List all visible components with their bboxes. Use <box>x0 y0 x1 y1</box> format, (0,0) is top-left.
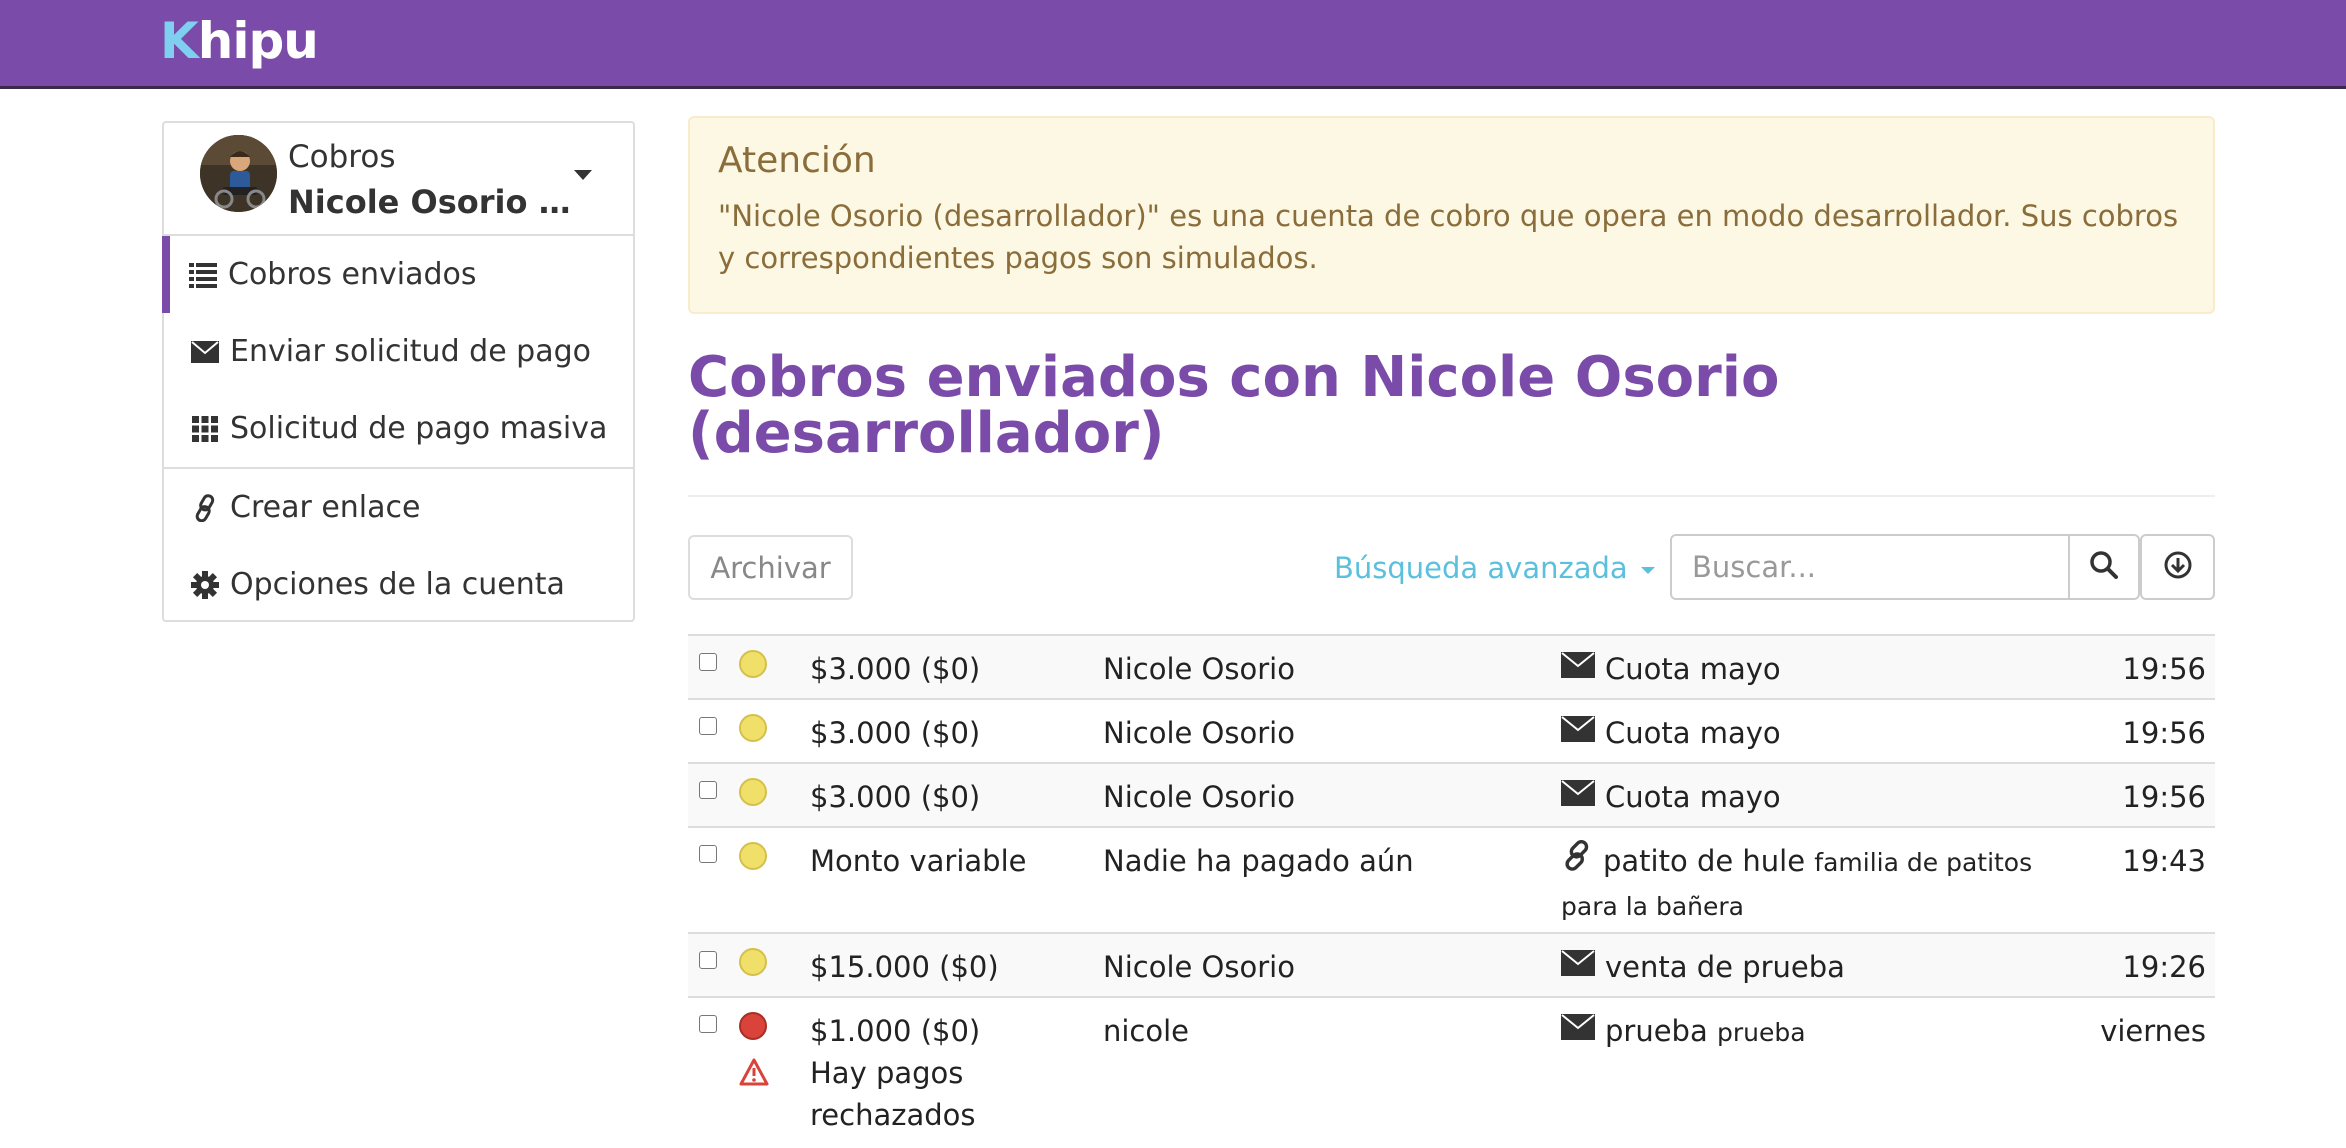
envelope-icon <box>1561 711 1595 753</box>
envelope-icon <box>1561 775 1595 817</box>
row-payer: Nicole Osorio <box>1103 652 1295 686</box>
sidebar-item-label: Opciones de la cuenta <box>230 567 565 602</box>
status-pending-icon <box>739 842 767 870</box>
sidebar-item-label: Cobros enviados <box>228 257 477 292</box>
sidebar-item-label: Enviar solicitud de pago <box>230 334 592 369</box>
status-error-icon <box>739 1012 767 1040</box>
row-checkbox[interactable] <box>699 951 717 969</box>
row-time: 19:56 <box>2122 716 2206 750</box>
row-checkbox[interactable] <box>699 845 717 863</box>
row-time: 19:56 <box>2122 780 2206 814</box>
page-title: Cobros enviados con Nicole Osorio (desar… <box>688 345 1780 466</box>
row-subject-detail: prueba <box>1716 1018 1806 1047</box>
row-time: 19:43 <box>2122 844 2206 878</box>
sidebar-item-label: Solicitud de pago masiva <box>230 411 608 446</box>
chevron-down-icon[interactable] <box>574 170 592 180</box>
row-subject-text: venta de prueba <box>1605 950 1845 984</box>
account-type-label: Cobros <box>288 139 396 175</box>
table-row[interactable]: $1.000 ($0) Hay pagos rechazados nicole … <box>688 996 2215 1148</box>
envelope-icon <box>190 337 220 367</box>
alert-body: "Nicole Osorio (desarrollador)" es una c… <box>718 199 2179 275</box>
row-checkbox[interactable] <box>699 717 717 735</box>
advanced-search-dropdown[interactable]: Búsqueda avanzada <box>1334 551 1655 585</box>
row-subject-text: Cuota mayo <box>1605 780 1781 814</box>
sidebar-item-enviar-solicitud[interactable]: Enviar solicitud de pago <box>164 313 633 390</box>
row-amount: $3.000 ($0) <box>810 716 981 750</box>
row-time: 19:56 <box>2122 652 2206 686</box>
avatar <box>200 135 277 212</box>
sidebar-item-label: Crear enlace <box>230 490 421 525</box>
top-navbar: Khipu <box>0 0 2346 89</box>
row-payer: Nicole Osorio <box>1103 716 1295 750</box>
sidebar: Cobros Nicole Osorio (desarrollador) Cob… <box>162 121 635 622</box>
sidebar-item-opciones[interactable]: Opciones de la cuenta <box>164 546 633 623</box>
account-switcher[interactable]: Cobros Nicole Osorio (desarrollador) <box>164 123 633 236</box>
row-subject[interactable]: prueba prueba <box>1561 1010 2061 1054</box>
row-payer: nicole <box>1103 1014 1190 1048</box>
row-amount: $15.000 ($0) <box>810 950 999 984</box>
row-subject[interactable]: Cuota mayo <box>1561 648 2061 690</box>
row-checkbox[interactable] <box>699 781 717 799</box>
row-subject[interactable]: patito de hule familia de patitos para l… <box>1561 839 2061 928</box>
table-row[interactable]: $15.000 ($0) Nicole Osorio venta de prue… <box>688 932 2215 996</box>
table-row[interactable]: $3.000 ($0) Nicole Osorio Cuota mayo 19:… <box>688 762 2215 826</box>
status-pending-icon <box>739 650 767 678</box>
row-subject[interactable]: venta de prueba <box>1561 946 2061 988</box>
row-amount: Monto variable <box>810 844 1027 878</box>
warning-icon <box>739 1058 769 1093</box>
row-time: viernes <box>2100 1014 2206 1048</box>
row-payer: Nadie ha pagado aún <box>1103 844 1414 878</box>
download-icon <box>2163 550 2193 584</box>
advanced-search-label: Búsqueda avanzada <box>1334 551 1628 585</box>
sidebar-item-cobros-enviados[interactable]: Cobros enviados <box>162 236 633 313</box>
status-pending-icon <box>739 948 767 976</box>
caret-down-icon <box>1640 566 1655 574</box>
khipu-logo[interactable]: Khipu <box>160 12 319 70</box>
link-icon <box>1561 839 1593 882</box>
row-amount: $1.000 ($0) Hay pagos rechazados <box>810 1010 990 1136</box>
table-row[interactable]: Monto variable Nadie ha pagado aún patit… <box>688 826 2215 932</box>
envelope-icon <box>1561 945 1595 987</box>
row-subject-text: prueba <box>1605 1014 1708 1048</box>
row-subject[interactable]: Cuota mayo <box>1561 712 2061 754</box>
row-subject-text: patito de hule <box>1603 844 1806 878</box>
row-payer: Nicole Osorio <box>1103 950 1295 984</box>
envelope-icon <box>1561 647 1595 689</box>
search-button[interactable] <box>2068 534 2140 600</box>
link-icon <box>190 493 220 523</box>
row-rejected-note: Hay pagos rechazados <box>810 1056 976 1132</box>
row-subject-text: Cuota mayo <box>1605 652 1781 686</box>
sidebar-item-solicitud-masiva[interactable]: Solicitud de pago masiva <box>164 390 633 467</box>
row-time: 19:26 <box>2122 950 2206 984</box>
row-subject[interactable]: Cuota mayo <box>1561 776 2061 818</box>
envelope-icon <box>1561 1009 1595 1051</box>
title-divider <box>688 495 2215 497</box>
download-button[interactable] <box>2140 534 2215 600</box>
row-amount-value: $1.000 ($0) <box>810 1014 981 1048</box>
alert-title: Atención <box>718 140 876 181</box>
row-checkbox[interactable] <box>699 653 717 671</box>
account-name-label: Nicole Osorio (desarrollador) <box>288 183 578 221</box>
gear-icon <box>190 570 220 600</box>
search-icon <box>2089 550 2119 584</box>
sidebar-item-crear-enlace[interactable]: Crear enlace <box>164 469 633 546</box>
search-input[interactable] <box>1670 534 2070 600</box>
list-icon <box>188 260 218 290</box>
status-pending-icon <box>739 714 767 742</box>
row-amount: $3.000 ($0) <box>810 780 981 814</box>
archive-button[interactable]: Archivar <box>688 535 853 600</box>
status-pending-icon <box>739 778 767 806</box>
grid-icon <box>190 414 220 444</box>
table-row[interactable]: $3.000 ($0) Nicole Osorio Cuota mayo 19:… <box>688 634 2215 698</box>
table-row[interactable]: $3.000 ($0) Nicole Osorio Cuota mayo 19:… <box>688 698 2215 762</box>
row-amount: $3.000 ($0) <box>810 652 981 686</box>
developer-mode-alert: Atención "Nicole Osorio (desarrollador)"… <box>688 116 2215 314</box>
row-payer: Nicole Osorio <box>1103 780 1295 814</box>
row-subject-text: Cuota mayo <box>1605 716 1781 750</box>
row-checkbox[interactable] <box>699 1015 717 1033</box>
